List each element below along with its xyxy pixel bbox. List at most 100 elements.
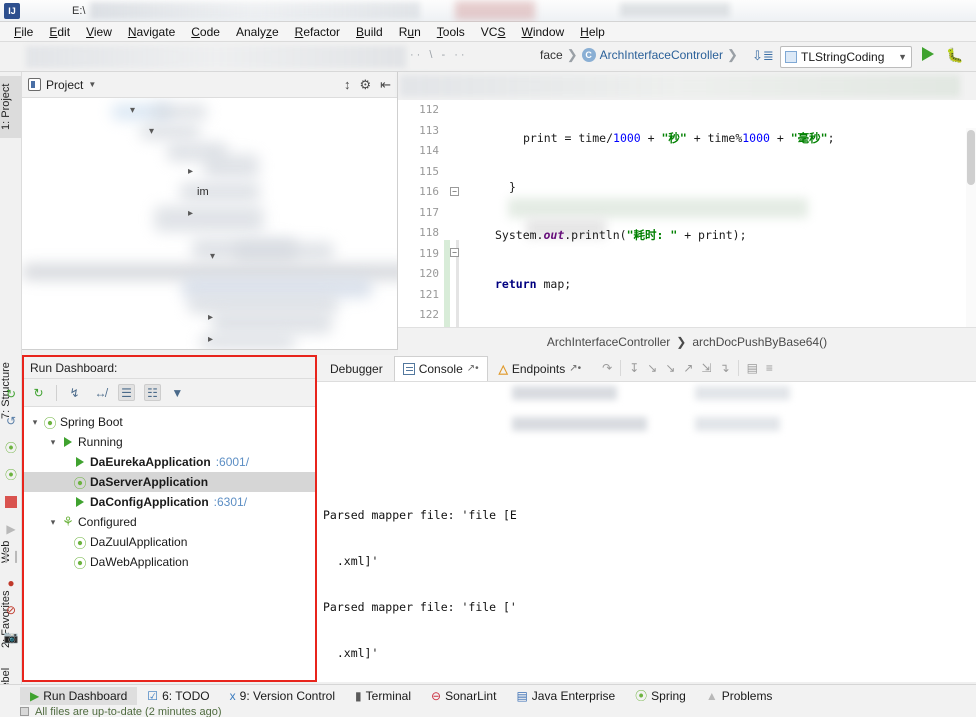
menu-file[interactable]: File (6, 23, 41, 41)
step-out-icon[interactable]: ↗ (683, 361, 693, 375)
bottom-tab-run-dashboard[interactable]: ▶ Run Dashboard (20, 686, 138, 705)
run-button[interactable] (922, 47, 934, 61)
tree-row-dawebapplication[interactable]: ⦿ DaWebApplication (24, 552, 315, 572)
run-configuration-selector[interactable]: TLStringCoding ▼ (780, 46, 912, 68)
rerun-icon[interactable]: ↻ (30, 384, 47, 401)
screenshot-icon[interactable]: 📷 (0, 623, 22, 650)
tree-chevron-collapsed[interactable]: ▸ (188, 166, 193, 177)
settings-icon[interactable]: ≡ (766, 361, 773, 375)
hide-panel-icon[interactable]: ⇤ (380, 77, 391, 93)
tree-port-link[interactable]: :6001/ (216, 455, 249, 469)
editor-breadcrumb-method[interactable]: archDocPushByBase64() (692, 335, 827, 349)
mute-breakpoints-icon[interactable]: ⊘ (0, 596, 22, 623)
run-to-cursor-icon[interactable]: ↴ (720, 361, 730, 375)
tree-chevron-collapsed[interactable]: ▸ (208, 334, 213, 345)
bottom-tab-problems[interactable]: ▲ Problems (696, 687, 783, 705)
debug-button[interactable]: 🐛 (946, 47, 963, 63)
tree-chevron-expanded[interactable]: ▾ (149, 126, 154, 137)
resume-icon[interactable]: ▶ (0, 515, 22, 542)
rerun-icon[interactable]: ↻ (0, 380, 22, 407)
menu-view[interactable]: View (78, 23, 120, 41)
run-dashboard-icon: ▶ (30, 688, 40, 703)
menu-analyze[interactable]: Analyze (228, 23, 287, 41)
tab-endpoints[interactable]: △ Endpoints ↗• (490, 356, 591, 381)
fold-collapse-icon[interactable]: − (450, 187, 459, 196)
spring-run-icon[interactable]: ⦿ (0, 434, 22, 461)
stop-icon[interactable] (0, 488, 22, 515)
breakpoints-icon[interactable]: ● (0, 569, 22, 596)
collapse-all-icon[interactable]: ↮ (92, 384, 109, 401)
tree-row-running[interactable]: ▾ Running (24, 432, 315, 452)
rerun-failed-icon[interactable]: ↺ (0, 407, 22, 434)
fold-collapse-icon[interactable]: − (450, 248, 459, 257)
filter-icon[interactable]: ▼ (170, 384, 187, 401)
bottom-tab-terminal[interactable]: ▮ Terminal (345, 687, 421, 705)
menu-build[interactable]: Build (348, 23, 391, 41)
tree-row-spring-boot[interactable]: ▾ ⦿ Spring Boot (24, 412, 315, 432)
line-number: 114 (419, 144, 439, 157)
tree-row-daeurekaapplication[interactable]: DaEurekaApplication :6001/ (24, 452, 315, 472)
menu-vcs[interactable]: VCS (473, 23, 514, 41)
menu-run[interactable]: Run (391, 23, 429, 41)
tree-node-label: im (197, 186, 209, 198)
bottom-tab-todo[interactable]: ☑ 6: TODO (137, 687, 219, 705)
bottom-tab-label: 6: TODO (162, 688, 210, 703)
tree-port-link[interactable]: :6301/ (214, 495, 247, 509)
bottom-tab-version-control[interactable]: x 9: Version Control (220, 687, 345, 705)
tree-row-daconfigapplication[interactable]: DaConfigApplication :6301/ (24, 492, 315, 512)
menu-refactor[interactable]: Refactor (287, 23, 348, 41)
pause-icon[interactable]: ❙❙ (0, 542, 22, 569)
chevron-down-icon[interactable]: ▾ (46, 437, 60, 448)
tab-console[interactable]: Console ↗• (393, 355, 488, 381)
menu-edit[interactable]: Edit (41, 23, 78, 41)
show-configurations-icon[interactable]: ☰ (118, 384, 135, 401)
chevron-down-icon[interactable]: ▼ (88, 80, 96, 89)
chevron-down-icon[interactable]: ▾ (46, 517, 60, 528)
editor-code-area[interactable]: 112 113 114 115 116 117 118 119 120 121 … (398, 100, 976, 327)
bottom-tab-label: Problems (721, 688, 773, 703)
spring-debug-icon[interactable]: ⦿ (0, 461, 22, 488)
tree-row-dazuulapplication[interactable]: ⦿ DaZuulApplication (24, 532, 315, 552)
tree-chevron-collapsed[interactable]: ▸ (208, 312, 213, 323)
menu-window[interactable]: Window (513, 23, 572, 41)
bottom-tab-spring[interactable]: ⦿ Spring (625, 685, 696, 706)
sidebar-item-project[interactable]: 1: Project (0, 76, 22, 138)
force-step-into-icon[interactable]: ↘ (665, 361, 675, 375)
tree-blurred-node (152, 104, 207, 120)
show-execution-point-icon[interactable]: ↷ (602, 361, 612, 375)
bottom-tab-java-enterprise[interactable]: ▤ Java Enterprise (506, 687, 625, 705)
editor-scrollbar-thumb[interactable] (967, 130, 975, 185)
menu-help[interactable]: Help (572, 23, 613, 41)
step-over-icon[interactable]: ↧ (629, 361, 639, 375)
collapse-all-icon[interactable]: ↕ (344, 77, 351, 92)
run-dashboard-tree[interactable]: ▾ ⦿ Spring Boot ▾ Running DaEurekaApplic… (24, 407, 315, 680)
tree-label: DaServerApplication (90, 475, 209, 489)
bottom-tab-sonarlint[interactable]: ⊖ SonarLint (421, 687, 506, 705)
tree-chevron-expanded[interactable]: ▾ (210, 251, 215, 262)
tree-row-daserverapplication[interactable]: ⦿ DaServerApplication (24, 472, 315, 492)
breadcrumb-class[interactable]: C ArchInterfaceController (581, 48, 723, 62)
pin-icon[interactable]: ↗• (569, 363, 581, 374)
console-output[interactable]: Parsed mapper file: 'file [E .xml]' Pars… (317, 382, 976, 682)
tree-row-configured[interactable]: ▾ ⚘ Configured (24, 512, 315, 532)
sort-select-icon[interactable]: ⇩≣ (752, 48, 774, 64)
evaluate-expression-icon[interactable]: ▤ (747, 361, 758, 375)
drop-frame-icon[interactable]: ⇲ (701, 361, 711, 375)
menu-tools[interactable]: Tools (429, 23, 473, 41)
editor-source-text[interactable]: print = time/1000 + "秒" + time%1000 + "毫… (468, 100, 976, 327)
group-by-type-icon[interactable]: ☷ (144, 384, 161, 401)
step-into-icon[interactable]: ↘ (647, 361, 657, 375)
editor-breadcrumb-class[interactable]: ArchInterfaceController (547, 335, 670, 349)
tree-label: DaConfigApplication (90, 495, 209, 509)
pin-icon[interactable]: ↗• (467, 363, 479, 374)
tree-chevron-collapsed[interactable]: ▸ (188, 208, 193, 219)
chevron-down-icon[interactable]: ▾ (28, 417, 42, 428)
project-tree[interactable]: ▾ ▾ ▸ ▸ ▾ ▸ ▸ im (22, 98, 397, 349)
menu-code[interactable]: Code (183, 23, 228, 41)
gear-icon[interactable]: ⚙ (359, 77, 371, 93)
tab-debugger[interactable]: Debugger (321, 356, 392, 381)
menu-navigate[interactable]: Navigate (120, 23, 183, 41)
breadcrumb-package[interactable]: face (540, 48, 563, 62)
expand-all-icon[interactable]: ↯ (66, 384, 83, 401)
tree-chevron-expanded[interactable]: ▾ (130, 105, 135, 116)
